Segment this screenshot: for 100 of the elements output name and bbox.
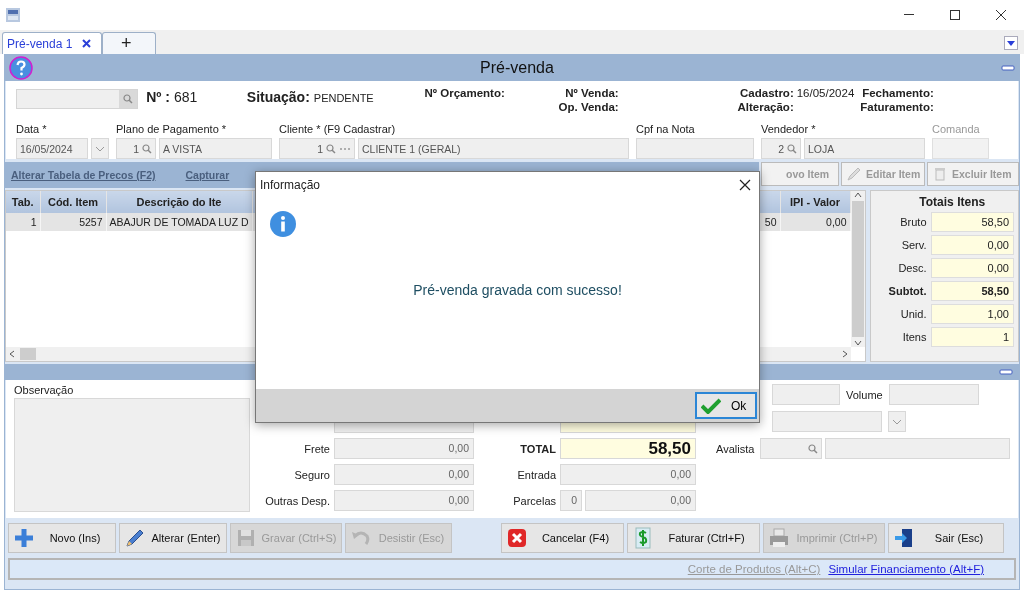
action-button[interactable]: Alterar (Enter) bbox=[119, 523, 227, 553]
plus-icon bbox=[13, 527, 35, 549]
dropdown-button[interactable] bbox=[888, 411, 906, 432]
field-label: Vendedor * bbox=[761, 123, 817, 135]
code-field[interactable] bbox=[760, 438, 823, 459]
value-field[interactable]: 0,00 bbox=[560, 464, 696, 485]
scroll-thumb[interactable] bbox=[20, 348, 36, 360]
count-field[interactable]: 0 bbox=[560, 490, 582, 511]
status-value: PENDENTE bbox=[313, 92, 374, 104]
info-icon bbox=[269, 210, 297, 238]
column-header[interactable]: Tab. bbox=[6, 191, 40, 213]
text-field[interactable] bbox=[636, 138, 754, 159]
guarantor-label: Avalista bbox=[716, 442, 755, 455]
chevron-down-icon bbox=[892, 418, 902, 425]
text-field[interactable] bbox=[888, 384, 979, 405]
total-field: 58,50 bbox=[560, 438, 696, 459]
info-label: Op. Venda: bbox=[558, 101, 619, 113]
search-icon bbox=[123, 94, 134, 104]
total-label: TOTAL bbox=[519, 442, 556, 455]
dropdown-field[interactable] bbox=[772, 411, 882, 432]
tab[interactable]: + bbox=[102, 32, 157, 54]
observation-field[interactable] bbox=[14, 398, 250, 512]
printer-icon bbox=[768, 527, 790, 549]
search-icon bbox=[142, 143, 152, 154]
total-label: Serv. bbox=[900, 239, 927, 251]
column-header[interactable]: IPI - Valor bbox=[780, 191, 850, 213]
text-field[interactable] bbox=[772, 384, 840, 405]
info-label: Nº Orçamento: bbox=[424, 87, 505, 99]
close-icon[interactable] bbox=[739, 179, 751, 191]
total-value: 1,00 bbox=[930, 304, 1014, 324]
search-icon bbox=[326, 143, 336, 154]
code-field[interactable]: 1 bbox=[116, 138, 156, 159]
search-icon bbox=[787, 143, 797, 154]
tab[interactable]: Pré-venda 1 bbox=[2, 32, 103, 54]
number-value: 681 bbox=[174, 89, 198, 105]
table-cell: 5257 bbox=[40, 213, 106, 231]
charge-label: Seguro bbox=[293, 468, 330, 481]
value-field[interactable]: 0,00 bbox=[334, 490, 474, 511]
dollar-icon bbox=[632, 527, 654, 549]
total-value: 0,00 bbox=[930, 235, 1014, 255]
search-field[interactable] bbox=[16, 89, 139, 109]
observation-label: Observação bbox=[14, 384, 75, 396]
date-field[interactable]: 16/05/2024 bbox=[16, 138, 88, 159]
field-label: Plano de Pagamento * bbox=[116, 123, 228, 135]
installments-label: Parcelas bbox=[512, 494, 556, 507]
action-button[interactable]: Novo (Ins) bbox=[8, 523, 116, 553]
total-label: Subtot. bbox=[887, 285, 927, 297]
action-button[interactable]: Cancelar (F4) bbox=[501, 523, 624, 553]
pencil-icon bbox=[846, 166, 862, 182]
search-button[interactable] bbox=[119, 90, 138, 108]
collapse-icon[interactable] bbox=[1001, 64, 1015, 72]
name-field[interactable]: CLIENTE 1 (GERAL) bbox=[358, 138, 629, 159]
scroll-right-icon[interactable] bbox=[840, 350, 849, 358]
ok-button[interactable]: Ok bbox=[695, 392, 757, 419]
close-icon[interactable] bbox=[996, 10, 1006, 20]
value-field[interactable]: 0,00 bbox=[334, 464, 474, 485]
total-value: 1 bbox=[930, 327, 1014, 347]
minimize-icon[interactable] bbox=[904, 14, 914, 16]
column-header[interactable]: Cód. Item bbox=[40, 191, 106, 213]
chevron-down-icon bbox=[95, 145, 105, 152]
action-button[interactable]: Sair (Esc) bbox=[888, 523, 1004, 553]
info-label: Cadastro: bbox=[739, 87, 794, 99]
scroll-left-icon[interactable] bbox=[8, 350, 16, 358]
info-label: Nº Venda: bbox=[564, 87, 619, 99]
total-value: 58,50 bbox=[930, 281, 1014, 301]
total-label: Itens bbox=[901, 331, 927, 343]
panel-title: Pré-venda bbox=[479, 59, 555, 77]
value-field[interactable]: 0,00 bbox=[334, 438, 474, 459]
status-link[interactable]: Simular Financiamento (Alt+F) bbox=[828, 563, 984, 575]
close-icon[interactable] bbox=[82, 39, 92, 48]
cancel-icon bbox=[506, 527, 528, 549]
tab-menu-button[interactable] bbox=[1004, 36, 1018, 50]
total-value: 0,00 bbox=[930, 258, 1014, 278]
name-field[interactable] bbox=[825, 438, 1010, 459]
column-header[interactable]: Descrição do Ite bbox=[106, 191, 252, 213]
scroll-thumb[interactable] bbox=[851, 201, 864, 337]
maximize-icon[interactable] bbox=[950, 10, 960, 20]
action-button[interactable]: Faturar (Ctrl+F) bbox=[627, 523, 760, 553]
entry-label: Entrada bbox=[516, 468, 556, 481]
code-field[interactable]: 2 bbox=[761, 138, 801, 159]
search-icon bbox=[808, 443, 819, 454]
name-field[interactable]: A VISTA bbox=[159, 138, 272, 159]
dialog-message: Pré-venda gravada com sucesso! bbox=[413, 281, 622, 298]
table-cell: ABAJUR DE TOMADA LUZ D bbox=[106, 213, 252, 231]
dropdown-button[interactable] bbox=[91, 138, 109, 159]
name-field[interactable]: LOJA bbox=[804, 138, 925, 159]
scroll-up-icon[interactable] bbox=[853, 191, 862, 199]
field-label: Cpf na Nota bbox=[636, 123, 696, 135]
total-label: Unid. bbox=[899, 308, 927, 320]
scroll-down-icon[interactable] bbox=[853, 339, 862, 347]
value-field[interactable]: 0,00 bbox=[585, 490, 696, 511]
total-value: 58,50 bbox=[930, 212, 1014, 232]
collapse-icon[interactable] bbox=[999, 368, 1013, 376]
help-icon[interactable] bbox=[9, 56, 33, 80]
vertical-scrollbar[interactable] bbox=[850, 191, 865, 347]
app-icon bbox=[6, 8, 20, 22]
dialog-title: Informação bbox=[260, 178, 321, 192]
checkmark-icon bbox=[701, 397, 721, 414]
code-field[interactable]: 1 bbox=[279, 138, 355, 159]
info-label: Fechamento: bbox=[861, 87, 934, 99]
